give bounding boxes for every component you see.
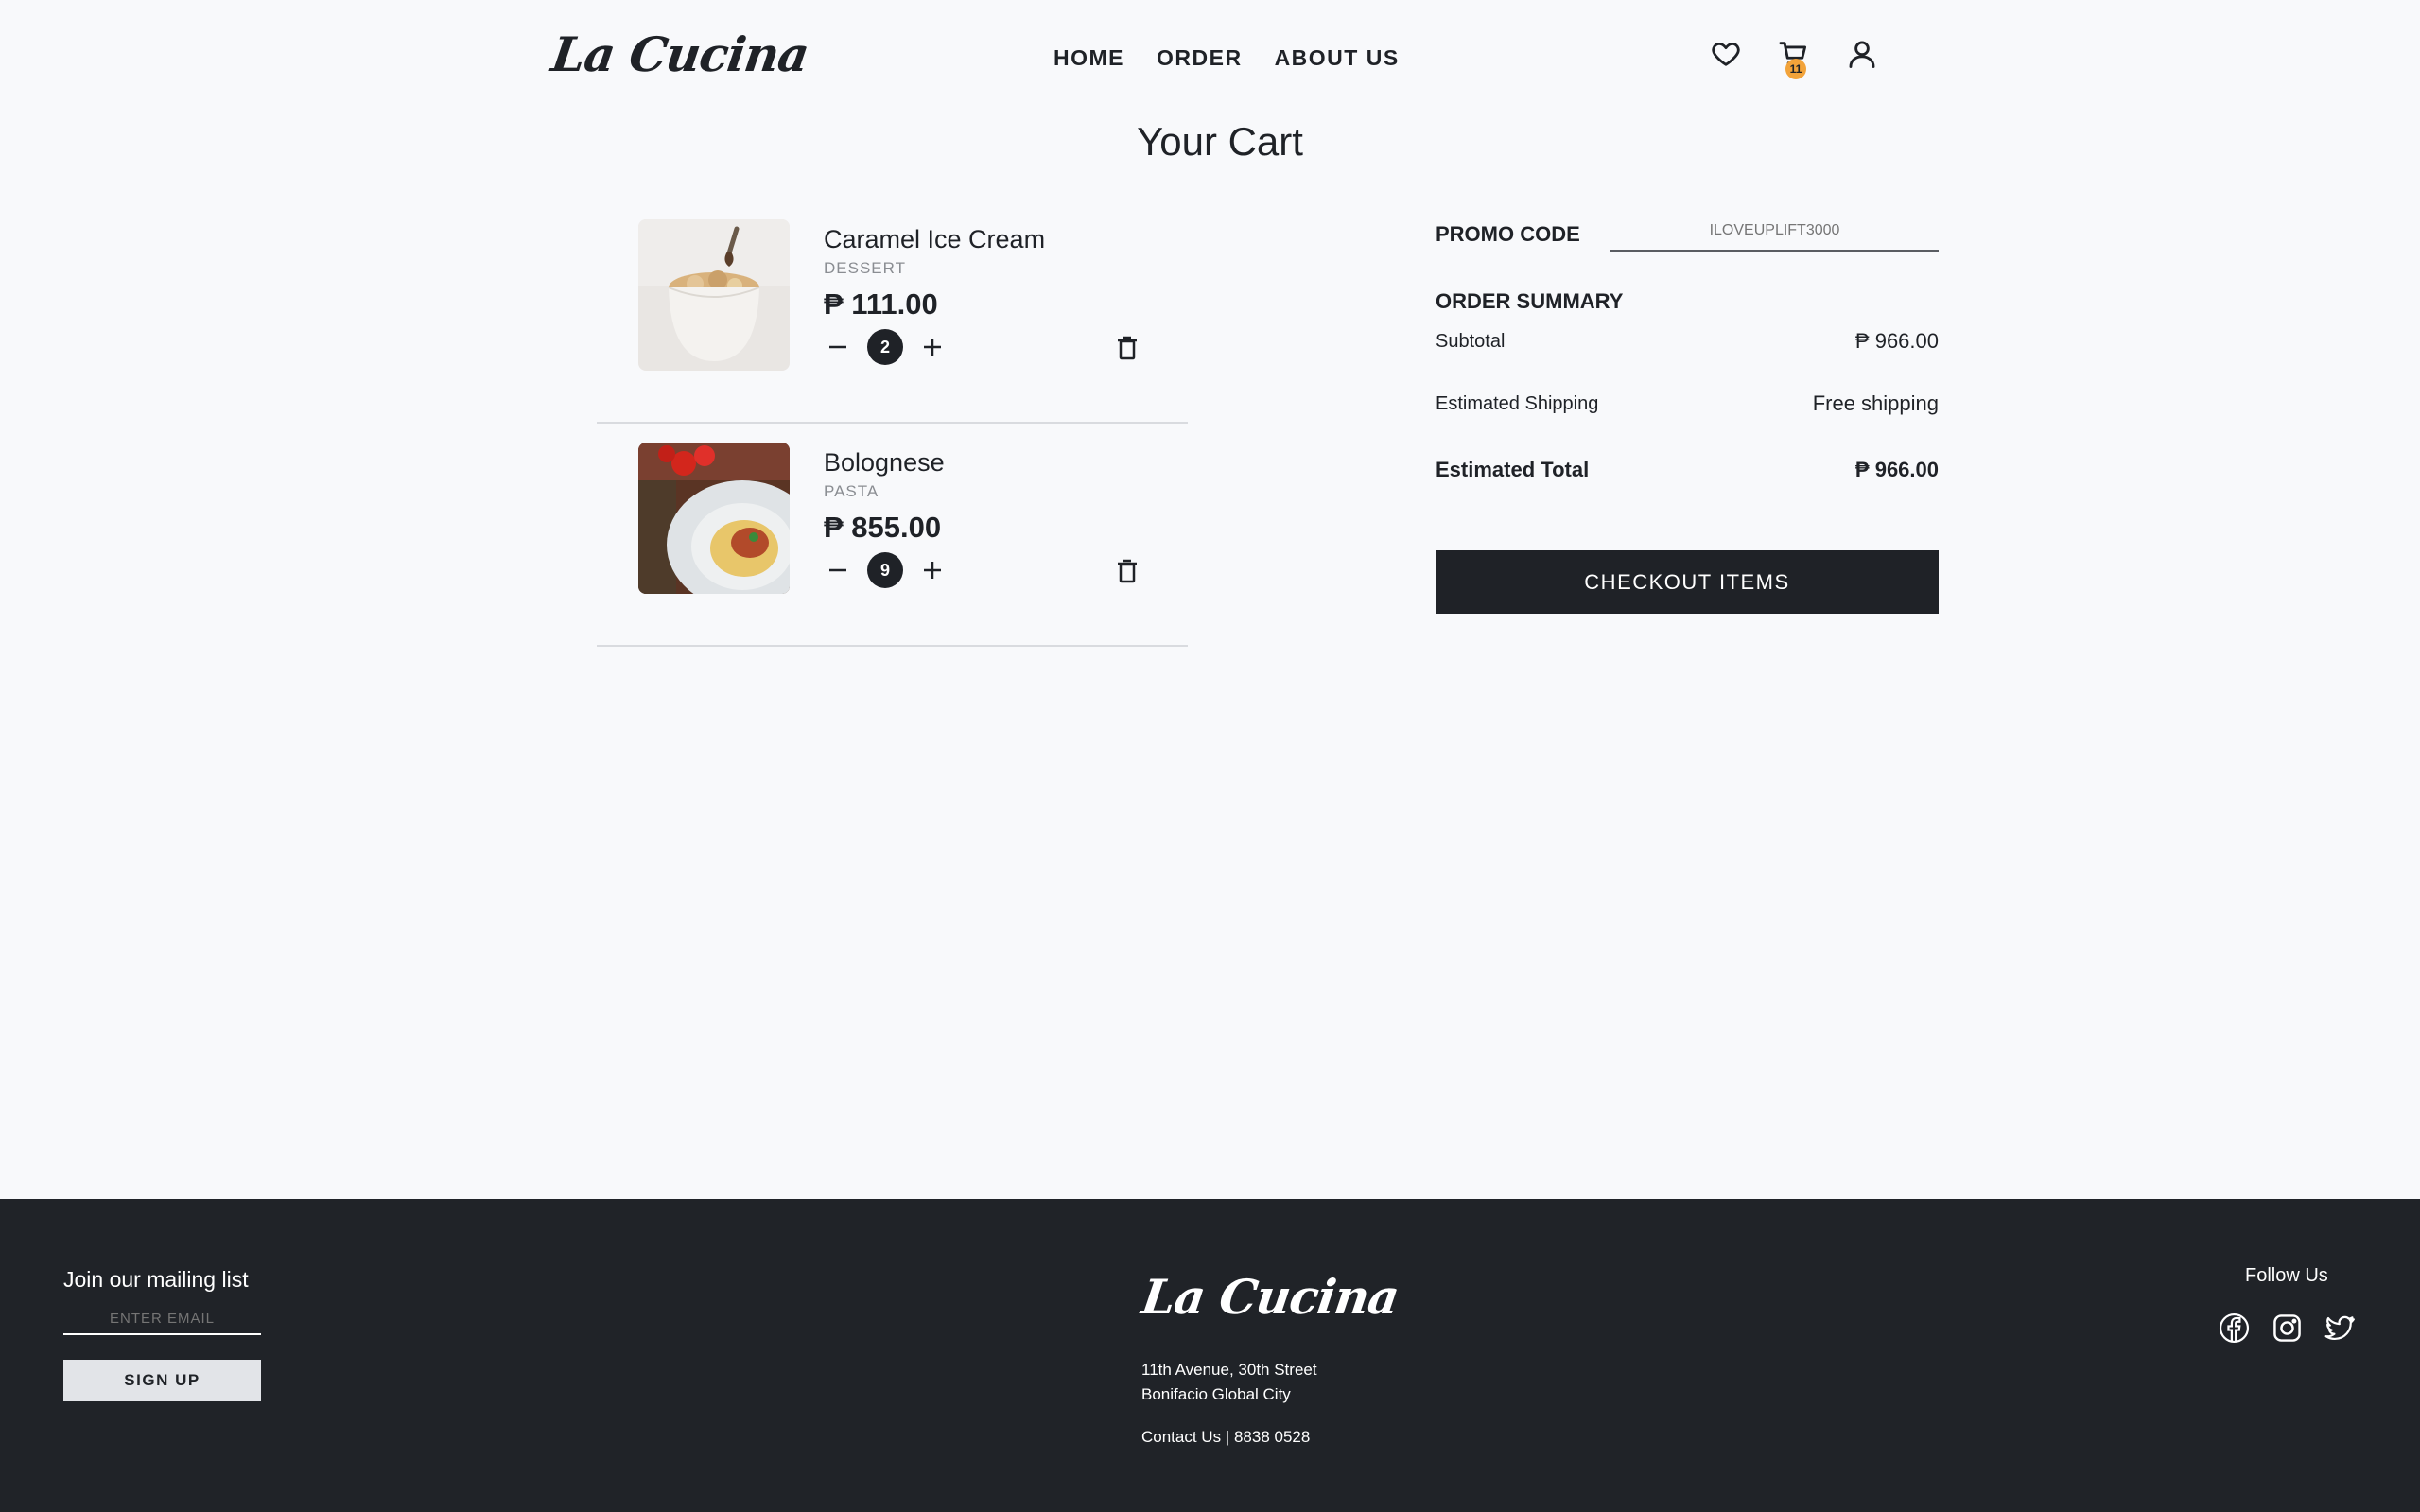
user-icon[interactable] <box>1846 38 1878 70</box>
nav-home[interactable]: HOME <box>1053 45 1124 71</box>
cart-item: Caramel Ice Cream DESSERT ₱ 111.00 2 <box>597 200 1188 424</box>
trash-icon[interactable] <box>1115 335 1140 361</box>
quantity-value: 9 <box>867 552 903 588</box>
item-name: Caramel Ice Cream <box>824 225 1046 253</box>
item-category: DESSERT <box>824 259 906 277</box>
decrease-quantity-button[interactable] <box>824 556 852 584</box>
follow-us-label: Follow Us <box>2245 1265 2328 1286</box>
item-name: Bolognese <box>824 448 945 477</box>
footer: Join our mailing list SIGN UP La Cucina … <box>0 1199 2420 1512</box>
total-label: Estimated Total <box>1436 458 1590 481</box>
subtotal-label: Subtotal <box>1436 330 1506 352</box>
item-price: ₱ 855.00 <box>824 511 942 544</box>
item-price: ₱ 111.00 <box>824 287 938 321</box>
increase-quantity-button[interactable] <box>918 333 947 361</box>
increase-quantity-button[interactable] <box>918 556 947 584</box>
cart-list: Caramel Ice Cream DESSERT ₱ 111.00 2 Bol… <box>597 200 1188 647</box>
subtotal-row: Subtotal ₱ 966.00 <box>1436 329 1939 354</box>
shipping-label: Estimated Shipping <box>1436 392 1599 414</box>
cart-item: Bolognese PASTA ₱ 855.00 9 <box>597 424 1188 647</box>
email-field[interactable] <box>63 1303 261 1335</box>
trash-icon[interactable] <box>1115 558 1140 584</box>
promo-code-input[interactable] <box>1610 217 1939 252</box>
total-row: Estimated Total ₱ 966.00 <box>1436 458 1939 482</box>
page-title: Your Cart <box>1137 119 1303 164</box>
shipping-row: Estimated Shipping Free shipping <box>1436 391 1939 416</box>
checkout-button[interactable]: CHECKOUT ITEMS <box>1436 550 1939 614</box>
twitter-icon[interactable] <box>2324 1312 2356 1344</box>
header-actions: 11 <box>1710 38 1878 79</box>
instagram-icon[interactable] <box>2272 1312 2303 1344</box>
shipping-value: Free shipping <box>1812 391 1939 415</box>
cart-button[interactable]: 11 <box>1778 38 1810 79</box>
total-value: ₱ 966.00 <box>1854 458 1939 481</box>
order-summary-title: ORDER SUMMARY <box>1436 289 1624 313</box>
address: 11th Avenue, 30th Street Bonifacio Globa… <box>1141 1358 1317 1407</box>
nav-about-us[interactable]: ABOUT US <box>1275 45 1400 71</box>
decrease-quantity-button[interactable] <box>824 333 852 361</box>
sign-up-button[interactable]: SIGN UP <box>63 1360 261 1401</box>
promo-row: PROMO CODE <box>1436 217 1939 252</box>
cart-count-badge: 11 <box>1785 59 1806 79</box>
promo-code-label: PROMO CODE <box>1436 222 1580 246</box>
quantity-stepper: 9 <box>824 552 947 588</box>
product-image-bolognese[interactable] <box>638 443 790 594</box>
site-logo[interactable]: La Cucina <box>548 26 812 82</box>
item-category: PASTA <box>824 482 879 500</box>
product-image-ice-cream[interactable] <box>638 219 790 371</box>
quantity-value: 2 <box>867 329 903 365</box>
footer-logo[interactable]: La Cucina <box>1139 1269 1402 1325</box>
address-line-2: Bonifacio Global City <box>1141 1385 1291 1403</box>
facebook-icon[interactable] <box>2219 1312 2250 1344</box>
main-nav: HOME ORDER ABOUT US <box>1053 45 1400 71</box>
quantity-stepper: 2 <box>824 329 947 365</box>
address-line-1: 11th Avenue, 30th Street <box>1141 1361 1317 1379</box>
nav-order[interactable]: ORDER <box>1157 45 1243 71</box>
mailing-list-title: Join our mailing list <box>63 1267 249 1292</box>
social-links <box>2219 1312 2356 1344</box>
subtotal-value: ₱ 966.00 <box>1854 329 1939 353</box>
contact-info: Contact Us | 8838 0528 <box>1141 1428 1311 1446</box>
order-summary-panel: PROMO CODE ORDER SUMMARY Subtotal ₱ 966.… <box>1436 217 1939 614</box>
heart-icon[interactable] <box>1710 38 1742 70</box>
